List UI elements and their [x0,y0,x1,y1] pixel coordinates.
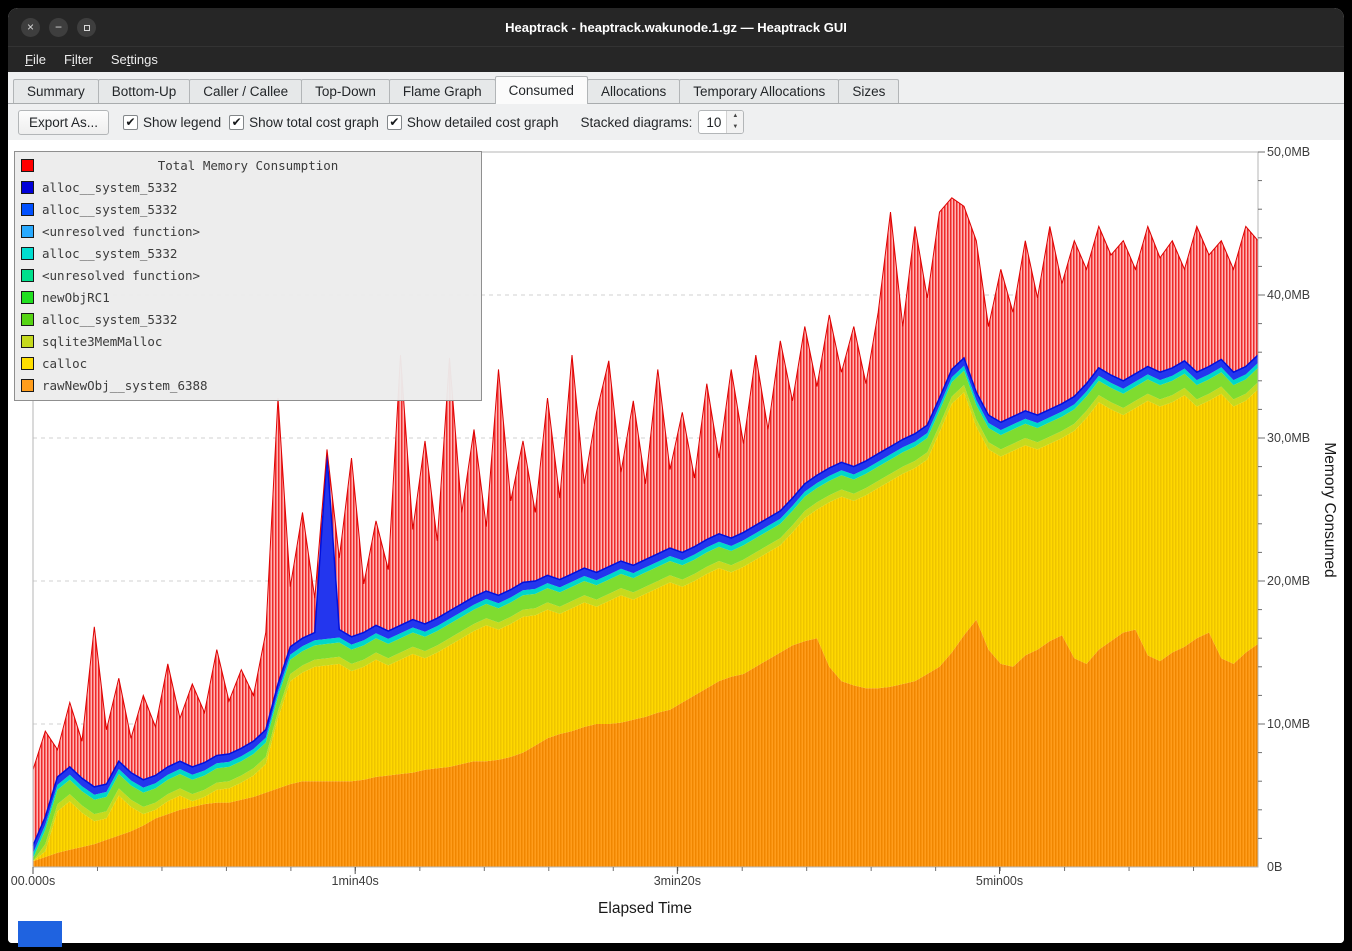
legend-swatch [21,269,34,282]
legend-swatch [21,335,34,348]
x-tick-label: 1min40s [332,874,379,888]
menu-item-file[interactable]: File [16,49,55,70]
tab-top-down[interactable]: Top-Down [301,79,390,103]
legend-title: Total Memory Consumption [15,158,481,173]
stacked-diagrams-value: 10 [699,111,726,133]
legend-label: newObjRC1 [42,290,110,305]
checkbox-label: Show detailed cost graph [407,115,559,130]
checkbox-group: ✔ Show legend ✔ Show total cost graph ✔ Show … [115,113,559,131]
maximize-button[interactable] [77,18,96,37]
menubar: FileFilterSettings [8,46,1344,72]
checkbox-show-legend[interactable]: ✔ Show legend [123,115,221,130]
legend-label: sqlite3MemMalloc [42,334,162,349]
checkmark-icon: ✔ [229,115,244,130]
toolbar: Export As... ✔ Show legend ✔ Show total cos… [8,104,1344,140]
titlebar[interactable]: × − Heaptrack - heaptrack.wakunode.1.gz … [8,8,1344,46]
tab-allocations[interactable]: Allocations [587,79,680,103]
legend-item: rawNewObj__system_6388 [15,374,481,396]
y-tick-label: 30,0MB [1267,431,1310,445]
menu-item-filter[interactable]: Filter [55,49,102,70]
window-controls: × − [21,8,96,46]
menu-item-settings[interactable]: Settings [102,49,167,70]
legend-item: alloc__system_5332 [15,198,481,220]
spinner-buttons: ▲ ▼ [726,111,743,133]
legend-item: alloc__system_5332 [15,176,481,198]
legend-item: <unresolved function> [15,220,481,242]
checkmark-icon: ✔ [387,115,402,130]
legend-label: alloc__system_5332 [42,312,177,327]
legend-swatch [21,247,34,260]
spin-down-button[interactable]: ▼ [727,122,743,133]
checkbox-show-detailed-cost-graph[interactable]: ✔ Show detailed cost graph [387,115,559,130]
chart-legend: Total Memory Consumption alloc__system_53… [14,151,482,401]
export-as-button[interactable]: Export As... [18,110,109,135]
legend-swatch [21,357,34,370]
heaptrack-window: × − Heaptrack - heaptrack.wakunode.1.gz … [8,8,1344,943]
tab-flame-graph[interactable]: Flame Graph [389,79,496,103]
legend-label: alloc__system_5332 [42,180,177,195]
y-tick-label: 20,0MB [1267,574,1310,588]
stacked-diagrams-label: Stacked diagrams: [581,115,693,130]
legend-swatch [21,313,34,326]
checkbox-label: Show legend [143,115,221,130]
minimize-button[interactable]: − [49,18,68,37]
y-axis-title: Memory Consumed [1320,442,1338,577]
legend-label: calloc [42,356,87,371]
tab-consumed[interactable]: Consumed [495,76,588,104]
checkbox-show-total-cost-graph[interactable]: ✔ Show total cost graph [229,115,379,130]
desktop-background: { "window": { "title": "Heaptrack - heap… [0,0,1352,951]
spin-up-button[interactable]: ▲ [727,111,743,122]
legend-swatch [21,379,34,392]
x-tick-label: 00.000s [11,874,55,888]
legend-swatch [21,225,34,238]
legend-swatch [21,203,34,216]
legend-item: <unresolved function> [15,264,481,286]
chart-panel: 0B 10,0MB 20,0MB 30,0MB 40,0MB 50,0MB 00.000s… [8,140,1344,943]
tab-bottom-up[interactable]: Bottom-Up [98,79,191,103]
legend-swatch [21,181,34,194]
tab-caller-callee[interactable]: Caller / Callee [189,79,302,103]
y-tick-label: 0B [1267,860,1282,874]
y-tick-label: 50,0MB [1267,145,1310,159]
y-tick-label: 40,0MB [1267,288,1310,302]
tab-summary[interactable]: Summary [13,79,99,103]
maximize-icon [84,25,90,31]
overlay-blue-box [18,921,62,947]
tab-temporary-allocations[interactable]: Temporary Allocations [679,79,839,103]
legend-item: sqlite3MemMalloc [15,330,481,352]
legend-label: <unresolved function> [42,224,200,239]
legend-label: <unresolved function> [42,268,200,283]
legend-item: alloc__system_5332 [15,308,481,330]
window-title: Heaptrack - heaptrack.wakunode.1.gz — He… [505,20,847,35]
legend-label: rawNewObj__system_6388 [42,378,208,393]
legend-label: alloc__system_5332 [42,202,177,217]
legend-item: newObjRC1 [15,286,481,308]
x-axis-title: Elapsed Time [598,900,692,918]
legend-item: calloc [15,352,481,374]
x-tick-label: 5min00s [976,874,1023,888]
checkbox-label: Show total cost graph [249,115,379,130]
legend-swatch [21,291,34,304]
stacked-diagrams-spinbox[interactable]: 10 ▲ ▼ [698,110,744,134]
legend-label: alloc__system_5332 [42,246,177,261]
checkmark-icon: ✔ [123,115,138,130]
y-tick-label: 10,0MB [1267,717,1310,731]
tab-sizes[interactable]: Sizes [838,79,899,103]
x-tick-label: 3min20s [654,874,701,888]
tab-bar: SummaryBottom-UpCaller / CalleeTop-DownF… [8,72,1344,104]
legend-item: alloc__system_5332 [15,242,481,264]
close-button[interactable]: × [21,18,40,37]
